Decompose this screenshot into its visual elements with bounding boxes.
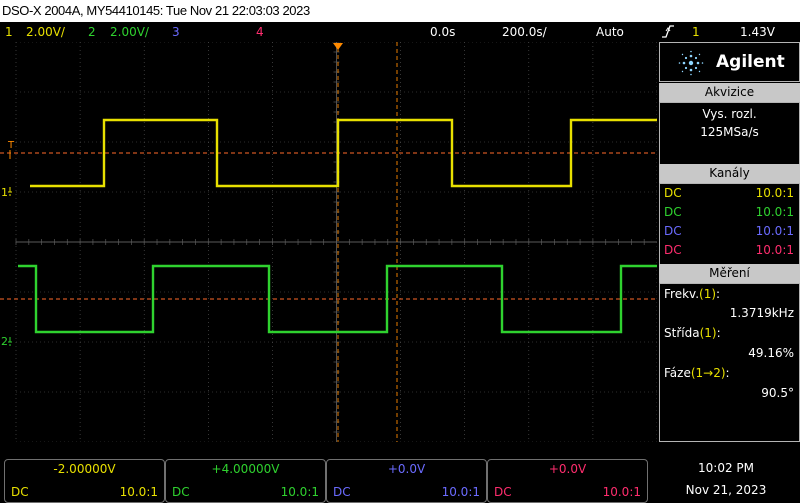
sample-rate: 125MSa/s xyxy=(700,125,759,139)
measurement-frequency-label: Frekv.(1): xyxy=(664,287,720,301)
ch1-number[interactable]: 1 xyxy=(5,22,13,42)
phase-label-text: Fáze xyxy=(664,366,691,380)
ch4-offset-box[interactable]: +0.0V DC 10.0:1 xyxy=(487,459,648,503)
ch3-bottom-probe: 10.0:1 xyxy=(441,485,480,499)
frequency-label-text: Frekv. xyxy=(664,287,700,301)
ch2-ground-marker[interactable]: 2 xyxy=(1,335,12,348)
ch3-bottom-coupling: DC xyxy=(333,485,351,499)
brand-name: Agilent xyxy=(716,52,785,72)
measurement-phase-label: Fáze(1→2): xyxy=(664,366,730,380)
rising-edge-icon xyxy=(661,22,675,42)
measurements-header[interactable]: Měření xyxy=(659,264,800,283)
measurement-duty-value: 49.16% xyxy=(748,346,794,360)
ch2-ground-label: 2 xyxy=(1,335,8,348)
ch3-offset-box[interactable]: +0.0V DC 10.0:1 xyxy=(326,459,487,503)
trigger-mode[interactable]: Auto xyxy=(596,22,624,42)
bottom-bar: -2.00000V DC 10.0:1 +4.00000V DC 10.0:1 … xyxy=(0,459,800,503)
ch1-coupling: DC xyxy=(664,186,682,200)
ch3-number[interactable]: 3 xyxy=(172,22,180,42)
ch2-bottom-coupling: DC xyxy=(172,485,190,499)
trigger-level-marker[interactable]: T xyxy=(7,140,15,159)
agilent-spark-icon xyxy=(678,50,704,80)
ch2-number[interactable]: 2 xyxy=(88,22,96,42)
phase-source: (1→2) xyxy=(690,366,726,380)
ch4-bottom-coupling: DC xyxy=(494,485,512,499)
ch1-scale[interactable]: 2.00V/ xyxy=(26,22,65,42)
ch1-bottom-probe: 10.0:1 xyxy=(119,485,158,499)
agilent-logo-box: Agilent xyxy=(659,42,800,82)
trigger-source[interactable]: 1 xyxy=(692,22,700,42)
ch2-offset: +4.00000V xyxy=(211,462,280,476)
ch3-probe: 10.0:1 xyxy=(755,224,794,238)
ch4-bottom-probe: 10.0:1 xyxy=(602,485,641,499)
acquisition-mode: Vys. rozl. xyxy=(702,107,757,121)
frequency-source: (1) xyxy=(699,287,717,301)
frequency-colon: : xyxy=(716,287,721,301)
ch2-probe: 10.0:1 xyxy=(755,205,794,219)
ch1-ground-label: 1 xyxy=(1,186,8,199)
ch2-coupling: DC xyxy=(664,205,682,219)
acquisition-panel[interactable]: Vys. rozl. 125MSa/s xyxy=(659,102,800,165)
measurement-phase-value: 90.5° xyxy=(761,386,794,400)
ch4-number[interactable]: 4 xyxy=(256,22,264,42)
ch3-offset: +0.0V xyxy=(387,462,426,476)
ch2-scale[interactable]: 2.00V/ xyxy=(110,22,149,42)
ch4-probe: 10.0:1 xyxy=(755,243,794,257)
phase-colon: : xyxy=(725,366,730,380)
clock-date: Nov 21, 2023 xyxy=(685,483,767,497)
ch1-offset-box[interactable]: -2.00000V DC 10.0:1 xyxy=(4,459,165,503)
ch4-coupling: DC xyxy=(664,243,682,257)
ch1-probe: 10.0:1 xyxy=(755,186,794,200)
status-bar: 1 2.00V/ 2 2.00V/ 3 4 0.0s 200.0s/ Auto … xyxy=(0,22,800,42)
channels-panel[interactable]: DC 10.0:1 DC 10.0:1 DC 10.0:1 DC 10.0:1 xyxy=(659,183,800,265)
window-title: DSO-X 2004A, MY54410145: Tue Nov 21 22:0… xyxy=(0,0,800,22)
time-scale[interactable]: 200.0s/ xyxy=(502,22,547,42)
ch1-bottom-coupling: DC xyxy=(11,485,29,499)
ch3-coupling: DC xyxy=(664,224,682,238)
side-panel: Agilent Akvizice Vys. rozl. 125MSa/s Kan… xyxy=(659,42,800,442)
ch2-offset-box[interactable]: +4.00000V DC 10.0:1 xyxy=(165,459,326,503)
duty-label-text: Střída xyxy=(664,326,700,340)
clock: 10:02 PM Nov 21, 2023 xyxy=(652,459,800,503)
ch2-bottom-probe: 10.0:1 xyxy=(280,485,319,499)
graticule xyxy=(15,41,658,443)
clock-time: 10:02 PM xyxy=(698,461,754,475)
time-delay[interactable]: 0.0s xyxy=(430,22,455,42)
trigger-position-marker[interactable] xyxy=(333,43,343,50)
waveform-display[interactable]: T 1 2 xyxy=(0,41,658,443)
acquisition-header[interactable]: Akvizice xyxy=(659,83,800,102)
channels-header[interactable]: Kanály xyxy=(659,164,800,183)
measurement-duty-label: Střída(1): xyxy=(664,326,721,340)
ch4-offset: +0.0V xyxy=(548,462,587,476)
measurements-panel[interactable]: Frekv.(1): 1.3719kHz Střída(1): 49.16% F… xyxy=(659,283,800,442)
duty-source: (1) xyxy=(699,326,717,340)
waveform-svg: T 1 2 xyxy=(0,41,658,443)
trigger-level[interactable]: 1.43V xyxy=(740,22,775,42)
trigger-level-label: T xyxy=(7,140,15,151)
ch1-ground-marker[interactable]: 1 xyxy=(1,186,12,199)
ch1-offset: -2.00000V xyxy=(53,462,116,476)
measurement-frequency-value: 1.3719kHz xyxy=(729,306,794,320)
duty-colon: : xyxy=(716,326,721,340)
